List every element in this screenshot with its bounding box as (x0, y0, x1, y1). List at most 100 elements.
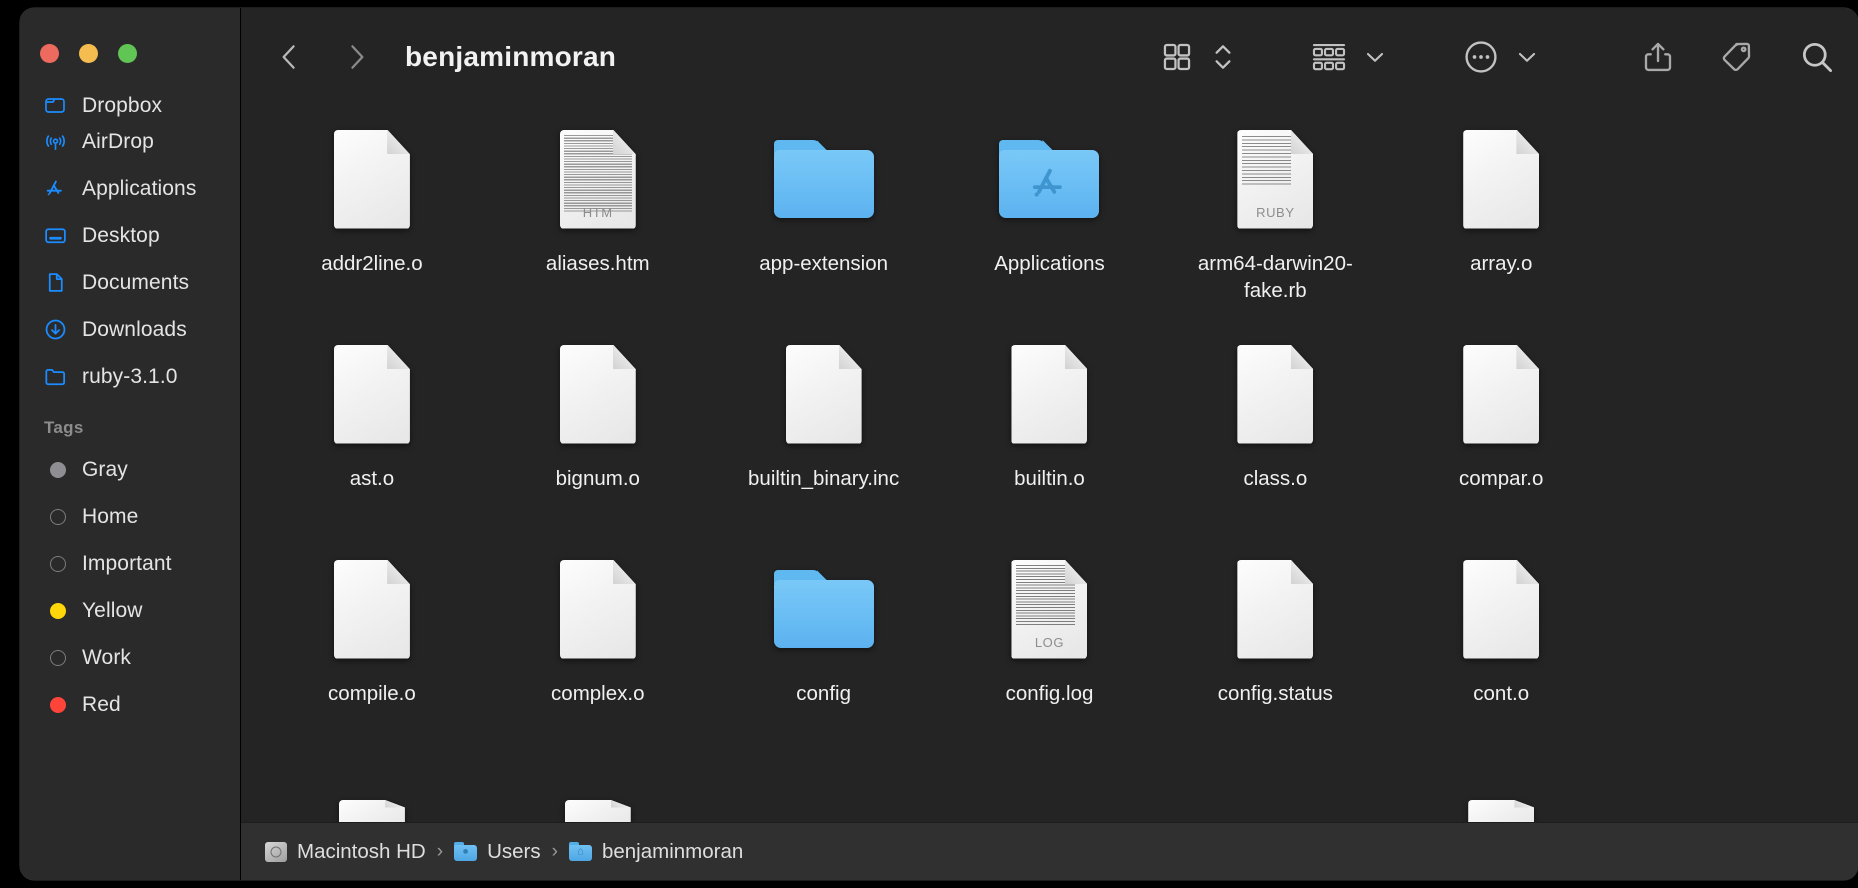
document-icon (259, 544, 485, 674)
icon-view-icon[interactable] (1160, 40, 1194, 74)
file-name: aliases.htm (545, 252, 650, 275)
more-actions-icon[interactable] (1462, 38, 1500, 76)
file-item[interactable]: config (711, 544, 937, 759)
file-item[interactable]: RUBY arm64-darwin20-fake.rb (1162, 114, 1388, 329)
document-icon (1388, 544, 1614, 674)
file-name: complex.o (551, 682, 645, 705)
sidebar-item-dropbox[interactable]: Dropbox (20, 88, 240, 118)
sidebar-tag-red[interactable]: Red (20, 681, 240, 728)
file-item[interactable]: compile.o (259, 544, 485, 759)
file-name: app-extension (759, 252, 889, 275)
home-folder-icon: ⌂ (568, 842, 592, 861)
log-document-icon: LOG (937, 544, 1163, 674)
users-folder-icon: ● (454, 842, 478, 861)
file-name: compar.o (1459, 467, 1544, 490)
file-item[interactable]: array.o (1388, 114, 1614, 329)
file-item[interactable]: builtin_binary.inc (711, 329, 937, 544)
tag-dot-icon (42, 598, 68, 624)
breadcrumb-label: Users (487, 839, 541, 863)
sidebar-tag-home[interactable]: Home (20, 493, 240, 540)
file-item[interactable]: builtin.o (937, 329, 1163, 544)
hard-drive-icon (265, 841, 287, 862)
tag-dot-icon (42, 457, 68, 483)
file-name: builtin_binary.inc (748, 467, 900, 490)
file-item[interactable]: complex.o (485, 544, 711, 759)
file-item[interactable]: addr2line.o (259, 114, 485, 329)
sidebar-item-label: AirDrop (82, 129, 154, 153)
sidebar-item-downloads[interactable]: Downloads (20, 306, 240, 353)
sidebar-tag-gray[interactable]: Gray (20, 446, 240, 493)
file-item[interactable]: app-extension (711, 114, 937, 329)
file-name: config.status (1217, 682, 1333, 705)
sidebar-item-documents[interactable]: Documents (20, 259, 240, 306)
file-name: compile.o (328, 682, 416, 705)
file-item[interactable]: ast.o (259, 329, 485, 544)
file-type-badge: LOG (1034, 634, 1065, 650)
documents-icon (42, 270, 68, 296)
sidebar-item-applications[interactable]: Applications (20, 165, 240, 212)
tag-dot-icon (42, 504, 68, 530)
sidebar-tag-important[interactable]: Important (20, 540, 240, 587)
file-item[interactable]: LOG config.log (937, 544, 1163, 759)
file-item[interactable]: config.status (1162, 544, 1388, 759)
file-name: Applications (994, 252, 1105, 275)
sidebar-tag-yellow[interactable]: Yellow (20, 587, 240, 634)
file-type-badge: RUBY (1256, 204, 1295, 220)
sidebar-item-label: Documents (82, 270, 190, 294)
group-chevron-down-icon[interactable] (1362, 44, 1388, 70)
more-chevron-down-icon[interactable] (1514, 44, 1540, 70)
page-title: benjaminmoran (405, 41, 617, 72)
breadcrumb-item-users[interactable]: ● Users (454, 840, 541, 864)
file-name: ast.o (349, 467, 395, 490)
minimize-button[interactable] (79, 44, 98, 63)
file-name: class.o (1243, 467, 1308, 490)
sidebar-tag-work[interactable]: Work (20, 634, 240, 681)
group-by-icon[interactable] (1310, 40, 1348, 74)
back-button[interactable] (267, 34, 313, 80)
sidebar-section-tags-header: Tags (44, 418, 84, 437)
file-item[interactable]: cont.o (1388, 544, 1614, 759)
applications-icon (42, 176, 68, 202)
share-icon[interactable] (1640, 39, 1676, 75)
file-item[interactable]: HTM aliases.htm (485, 114, 711, 329)
desktop-icon (42, 223, 68, 249)
breadcrumb-item-macintosh-hd[interactable]: Macintosh HD (265, 840, 426, 864)
document-icon-partial (259, 800, 485, 822)
tag-dot-icon (42, 551, 68, 577)
app-store-icon (1027, 161, 1071, 210)
file-item[interactable]: compar.o (1388, 329, 1614, 544)
sidebar-item-label: Desktop (82, 223, 160, 247)
sidebar-item-label: Dropbox (82, 94, 163, 117)
view-stepper-icon[interactable] (1210, 37, 1236, 77)
sidebar-item-ruby-3-1-0[interactable]: ruby-3.1.0 (20, 353, 240, 400)
forward-button[interactable] (333, 34, 379, 80)
main-area: benjaminmoran addr2line.o HTM aliases.ht… (240, 8, 1858, 880)
document-icon (1388, 114, 1614, 244)
dropbox-folder-icon (42, 92, 68, 118)
file-row-partial (259, 800, 1840, 822)
breadcrumb-label: benjaminmoran (601, 839, 744, 863)
maximize-button[interactable] (118, 44, 137, 63)
sidebar-tag-label: Important (82, 551, 172, 575)
close-button[interactable] (40, 44, 59, 63)
document-icon-partial (1388, 800, 1614, 822)
sidebar-item-airdrop[interactable]: AirDrop (20, 118, 240, 165)
file-name: bignum.o (555, 467, 640, 490)
sidebar-tag-label: Yellow (82, 598, 143, 622)
file-item[interactable]: class.o (1162, 329, 1388, 544)
file-item[interactable]: bignum.o (485, 329, 711, 544)
document-icon (1162, 329, 1388, 459)
html-document-icon: HTM (485, 114, 711, 244)
file-item[interactable]: Applications (937, 114, 1163, 329)
breadcrumb-item-benjaminmoran[interactable]: ⌂ benjaminmoran (568, 839, 744, 864)
sidebar-item-label: Applications (82, 176, 197, 200)
applications-folder-icon (937, 114, 1163, 244)
folder-icon (42, 364, 68, 390)
document-icon (1388, 329, 1614, 459)
sidebar-scroll-area: Dropbox AirDrop Applications Desktop Doc… (20, 88, 240, 880)
window-controls (40, 44, 137, 63)
sidebar-item-desktop[interactable]: Desktop (20, 212, 240, 259)
search-icon[interactable] (1798, 38, 1836, 76)
tag-icon[interactable] (1718, 39, 1754, 75)
file-grid-container[interactable]: addr2line.o HTM aliases.htm app-extensio… (241, 106, 1858, 822)
